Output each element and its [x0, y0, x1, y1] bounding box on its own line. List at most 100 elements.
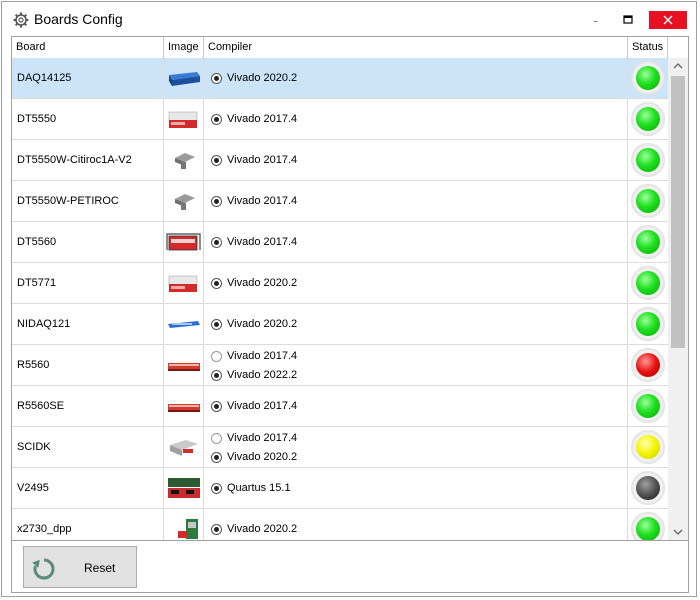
table-row[interactable]: DAQ14125 Vivado 2020.2 [12, 58, 668, 99]
maximize-button[interactable] [618, 11, 638, 29]
compiler-radio[interactable] [211, 369, 222, 381]
board-image-cell [164, 99, 204, 139]
compiler-option[interactable]: Vivado 2020.2 [211, 449, 297, 465]
vertical-scrollbar[interactable] [668, 58, 688, 540]
board-name-cell: x2730_dpp [12, 509, 164, 540]
board-name-cell: NIDAQ121 [12, 304, 164, 344]
compiler-radio[interactable] [211, 432, 222, 444]
compiler-cell: Vivado 2017.4 [204, 140, 628, 180]
status-led-red [636, 353, 660, 377]
status-led-yellow [636, 435, 660, 459]
board-handle-red-icon [166, 230, 202, 254]
status-cell [628, 386, 668, 426]
board-name-cell: DT5771 [12, 263, 164, 303]
compiler-radio[interactable] [211, 277, 222, 289]
table-row[interactable]: NIDAQ121 Vivado 2020.2 [12, 304, 668, 345]
compiler-radio[interactable] [211, 350, 222, 362]
status-cell [628, 427, 668, 467]
status-led-green [636, 312, 660, 336]
close-button[interactable] [649, 11, 687, 29]
table-body: DAQ14125 Vivado 2020.2 DT5550 Vivado 2017.4… [12, 58, 668, 540]
compiler-option[interactable]: Vivado 2017.4 [211, 430, 297, 446]
column-header-status[interactable]: Status [628, 37, 668, 58]
board-image-cell [164, 345, 204, 385]
status-led-green [636, 271, 660, 295]
compiler-label: Quartus 15.1 [227, 482, 291, 494]
compiler-radio[interactable] [211, 523, 222, 535]
table-row[interactable]: R5560 Vivado 2017.4 Vivado 2022.2 [12, 345, 668, 386]
compiler-cell: Vivado 2017.4 [204, 99, 628, 139]
compiler-radio[interactable] [211, 195, 222, 207]
compiler-radio[interactable] [211, 400, 222, 412]
compiler-radio[interactable] [211, 451, 222, 463]
compiler-option[interactable]: Vivado 2022.2 [211, 367, 297, 383]
compiler-option[interactable]: Vivado 2017.4 [211, 398, 297, 414]
scroll-thumb[interactable] [671, 76, 685, 348]
compiler-option[interactable]: Vivado 2017.4 [211, 348, 297, 364]
status-cell [628, 99, 668, 139]
compiler-option[interactable]: Vivado 2020.2 [211, 70, 297, 86]
window-title: Boards Config [34, 11, 123, 27]
board-name-cell: DT5550 [12, 99, 164, 139]
status-led-green [636, 517, 660, 540]
status-led-icon [631, 307, 665, 341]
board-image-cell [164, 140, 204, 180]
table-row[interactable]: DT5550W-Citiroc1A-V2 Vivado 2017.4 [12, 140, 668, 181]
compiler-option[interactable]: Vivado 2017.4 [211, 193, 297, 209]
board-vme-red-icon [166, 476, 202, 500]
compiler-option[interactable]: Vivado 2017.4 [211, 111, 297, 127]
compiler-radio[interactable] [211, 154, 222, 166]
compiler-radio[interactable] [211, 318, 222, 330]
table-row[interactable]: x2730_dpp Vivado 2020.2 [12, 509, 668, 540]
table-row[interactable]: SCIDK Vivado 2017.4 Vivado 2020.2 [12, 427, 668, 468]
board-image-cell [164, 181, 204, 221]
compiler-radio[interactable] [211, 72, 222, 84]
compiler-option[interactable]: Quartus 15.1 [211, 480, 291, 496]
compiler-cell: Vivado 2017.4 [204, 386, 628, 426]
status-led-icon [631, 184, 665, 218]
status-cell [628, 263, 668, 303]
column-header-image[interactable]: Image [164, 37, 204, 58]
compiler-label: Vivado 2017.4 [227, 400, 298, 412]
board-rack-red-icon [166, 353, 202, 377]
scroll-up-icon[interactable] [668, 58, 688, 75]
reset-arrow-icon [32, 558, 55, 580]
board-image-cell [164, 304, 204, 344]
compiler-label: Vivado 2017.4 [227, 432, 298, 444]
board-mezzanine-gray-icon [166, 148, 202, 172]
status-led-icon [631, 430, 665, 464]
board-name-cell: SCIDK [12, 427, 164, 467]
board-name-cell: R5560SE [12, 386, 164, 426]
compiler-option[interactable]: Vivado 2020.2 [211, 275, 297, 291]
compiler-option[interactable]: Vivado 2017.4 [211, 234, 297, 250]
compiler-cell: Vivado 2020.2 [204, 58, 628, 98]
compiler-option[interactable]: Vivado 2017.4 [211, 152, 297, 168]
status-led-icon [631, 266, 665, 300]
table-row[interactable]: DT5550W-PETIROC Vivado 2017.4 [12, 181, 668, 222]
table-row[interactable]: V2495 Quartus 15.1 [12, 468, 668, 509]
gear-icon [13, 12, 29, 28]
compiler-radio[interactable] [211, 113, 222, 125]
status-led-icon [631, 389, 665, 423]
reset-button[interactable]: Reset [23, 546, 137, 588]
status-cell [628, 222, 668, 262]
board-image-cell [164, 427, 204, 467]
compiler-option[interactable]: Vivado 2020.2 [211, 316, 297, 332]
table-row[interactable]: DT5771 Vivado 2020.2 [12, 263, 668, 304]
column-header-compiler[interactable]: Compiler [204, 37, 628, 58]
close-icon [663, 15, 673, 25]
table-row[interactable]: DT5560 Vivado 2017.4 [12, 222, 668, 263]
column-header-board[interactable]: Board [12, 37, 164, 58]
board-name-cell: DT5560 [12, 222, 164, 262]
compiler-label: Vivado 2020.2 [227, 277, 298, 289]
scroll-down-icon[interactable] [668, 523, 688, 540]
compiler-option[interactable]: Vivado 2020.2 [211, 521, 297, 537]
table-row[interactable]: DT5550 Vivado 2017.4 [12, 99, 668, 140]
status-led-icon [631, 471, 665, 505]
board-rack-blue-icon [166, 66, 202, 90]
compiler-radio[interactable] [211, 236, 222, 248]
compiler-radio[interactable] [211, 482, 222, 494]
board-image-cell [164, 386, 204, 426]
minimize-button[interactable] [591, 11, 611, 29]
table-row[interactable]: R5560SE Vivado 2017.4 [12, 386, 668, 427]
